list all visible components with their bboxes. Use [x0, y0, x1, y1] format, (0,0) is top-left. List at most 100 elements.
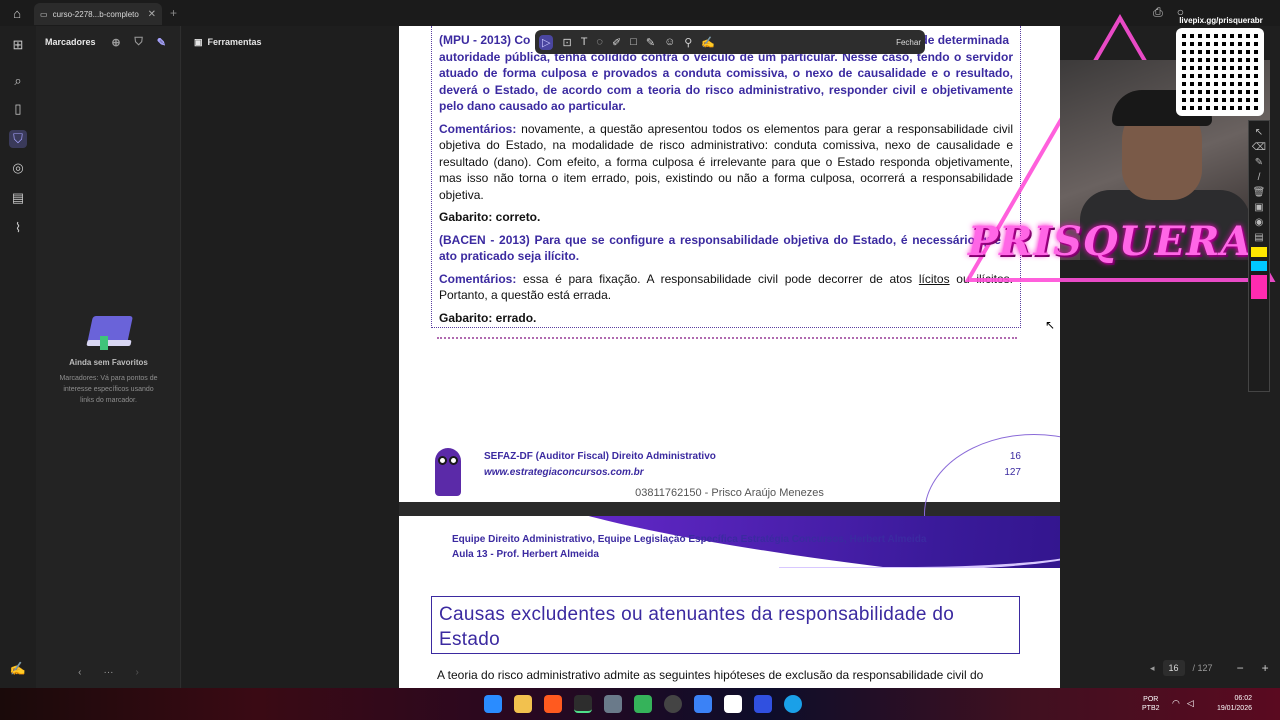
cyan-swatch[interactable] — [1251, 261, 1267, 271]
system-tray[interactable]: ◠ ◁ — [1172, 698, 1194, 709]
zoom-in-icon[interactable]: + — [1262, 661, 1269, 675]
app-icon-2[interactable] — [634, 695, 652, 713]
prev-page-icon[interactable]: ◂ — [1150, 663, 1155, 674]
question-1-text: autoridade pública, tenha colidido contr… — [439, 49, 1013, 114]
footer-url[interactable]: www.estrategiaconcursos.com.br — [484, 467, 644, 478]
app-icon-5[interactable] — [754, 695, 772, 713]
pin-icon[interactable]: ✎ — [157, 36, 166, 49]
bookmarks-title: Marcadores — [45, 37, 96, 47]
yellow-swatch[interactable] — [1251, 247, 1267, 257]
left-rail: ⊞ ⌕ ▯ ⛉ ◎ ▤ ⌇ ✍ — [0, 26, 36, 688]
page-number: 16 — [1009, 451, 1021, 462]
add-bookmark-icon[interactable]: ⊕ — [111, 36, 120, 49]
watermark-name: 03811762150 - Prisco Araújo Menezes — [635, 487, 824, 499]
sign-icon[interactable]: ✍ — [9, 660, 27, 678]
text-tool-icon[interactable]: T — [581, 36, 588, 48]
search-icon[interactable]: ⌕ — [9, 72, 27, 90]
close-toolbar-button[interactable]: Fechar — [896, 38, 921, 47]
bookmark-outline-icon[interactable]: ⛉ — [135, 36, 143, 49]
language-indicator[interactable]: POR PTB2 — [1142, 695, 1160, 713]
book-illustration-icon — [84, 314, 134, 350]
line-icon[interactable]: / — [1258, 172, 1261, 183]
question-2-text: (BACEN - 2013) Para que se configure a r… — [439, 232, 1013, 264]
app-icon-3[interactable] — [694, 695, 712, 713]
comment-1-label: Comentários: — [439, 121, 517, 136]
pen-tool-icon[interactable]: ✎ — [646, 36, 655, 49]
comment-2-underlined: lícitos — [918, 271, 950, 286]
home-icon[interactable]: ⌂ — [0, 0, 34, 26]
select-tool-icon[interactable]: ▷ — [539, 34, 554, 50]
comment-1-text: novamente, a questão apresentou todos os… — [439, 121, 1013, 202]
keyboard-layout: PTB2 — [1142, 705, 1160, 712]
question-box: (MPU - 2013) Co de determinada autoridade … — [431, 26, 1021, 328]
pink-swatch[interactable] — [1251, 275, 1267, 299]
qr-caption: livepix.gg/prisquerabr — [1179, 16, 1263, 25]
streamer-brand: PRISQUERA — [968, 218, 1253, 265]
page-input[interactable]: 16 — [1162, 660, 1185, 676]
empty-state: Ainda sem Favoritos Marcadores: Vá para … — [36, 314, 181, 406]
chevron-right-icon[interactable]: › — [136, 667, 139, 678]
tools-title[interactable]: Ferramentas — [208, 37, 262, 47]
eraser-icon[interactable]: ⌫ — [1252, 142, 1266, 153]
grid-icon[interactable]: ⊞ — [9, 36, 27, 54]
camera-icon[interactable]: ◉ — [1255, 217, 1264, 228]
close-tab-icon[interactable]: ✕ — [148, 9, 156, 20]
empty-description: Marcadores: Vá para pontos de interesse … — [59, 375, 158, 404]
page-count: / 127 — [1192, 663, 1213, 673]
highlight-tool-icon[interactable]: ✐ — [612, 36, 621, 49]
file-explorer-icon[interactable] — [514, 695, 532, 713]
new-tab-icon[interactable]: + — [170, 6, 177, 20]
signature-tool-icon[interactable]: ✍ — [701, 36, 715, 49]
chevron-left-icon[interactable]: ‹ — [78, 667, 81, 678]
pen-icon[interactable]: ✎ — [1255, 157, 1263, 168]
trash-icon[interactable]: 🗑 — [1253, 187, 1266, 198]
pointer-icon[interactable]: ↖ — [1255, 127, 1263, 138]
comment-tool-icon[interactable]: ◌ — [596, 36, 603, 48]
save-icon[interactable]: ▣ — [1254, 202, 1263, 213]
document-tab[interactable]: ▭ curso-2278...b-completo ✕ — [34, 3, 162, 25]
clipboard-icon[interactable]: ▤ — [1254, 232, 1263, 243]
page-17: Equipe Direito Administrativo, Equipe Le… — [399, 516, 1060, 688]
clock-time: 06:02 — [1234, 695, 1252, 702]
banner-line-2: Aula 13 - Prof. Herbert Almeida — [452, 549, 599, 560]
brave-browser-icon[interactable] — [544, 695, 562, 713]
bookmark-icon[interactable]: ⛉ — [9, 130, 27, 148]
edge-browser-icon[interactable] — [784, 695, 802, 713]
comment-icon[interactable]: ◎ — [9, 159, 27, 177]
section-paragraph: A teoria do risco administrativo admite … — [437, 668, 984, 682]
obs-icon[interactable] — [664, 695, 682, 713]
comment-2-label: Comentários: — [439, 271, 517, 286]
answer-2: Gabarito: errado. — [439, 310, 537, 325]
area-select-icon[interactable]: ⊡ — [562, 36, 571, 49]
question-1-start: (MPU - 2013) Co — [439, 33, 531, 47]
volume-icon[interactable]: ◁ — [1187, 698, 1194, 709]
terminal-icon[interactable] — [574, 695, 592, 713]
app-icon-4[interactable] — [724, 695, 742, 713]
windows-start-icon[interactable] — [484, 695, 502, 713]
annotation-toolbar: ▷ ⊡ T ◌ ✐ □ ✎ ☺ ⚲ ✍ Fechar — [535, 30, 925, 54]
drawing-palette: ↖ ⌫ ✎ / 🗑 ▣ ◉ ▤ — [1248, 120, 1270, 392]
clock[interactable]: 06:02 19/01/2026 — [1206, 694, 1252, 714]
empty-title: Ainda sem Favoritos — [69, 358, 148, 367]
page-icon[interactable]: ▯ — [9, 100, 27, 118]
comment-2-text-a: essa é para fixação. A responsabilidade … — [516, 271, 919, 286]
app-icon-1[interactable] — [604, 695, 622, 713]
mouse-cursor-icon: ↖ — [1045, 318, 1056, 332]
bookmarks-panel: Marcadores ⊕ ⛉ ✎ Ainda sem Favoritos Mar… — [36, 26, 181, 688]
tools-panel: ▣ Ferramentas — [182, 26, 399, 688]
footer-title: SEFAZ-DF (Auditor Fiscal) Direito Admini… — [484, 451, 716, 462]
more-icon[interactable]: ··· — [104, 667, 114, 678]
answer-1: Gabarito: correto. — [439, 210, 541, 224]
section-heading: Causas excludentes ou atenuantes da resp… — [431, 596, 1020, 654]
document-icon: ▭ — [40, 9, 48, 19]
layers-icon[interactable]: ▤ — [9, 189, 27, 207]
sticker-tool-icon[interactable]: ☺ — [664, 36, 675, 48]
zoom-out-icon[interactable]: − — [1237, 661, 1244, 675]
page-total: 127 — [1004, 467, 1021, 478]
tab-title: curso-2278...b-completo — [52, 9, 139, 19]
stamp-tool-icon[interactable]: ⚲ — [684, 36, 692, 49]
shape-tool-icon[interactable]: □ — [630, 36, 637, 48]
clock-date: 19/01/2026 — [1216, 705, 1252, 712]
attachment-icon[interactable]: ⌇ — [9, 219, 27, 237]
wifi-icon[interactable]: ◠ — [1172, 698, 1180, 709]
